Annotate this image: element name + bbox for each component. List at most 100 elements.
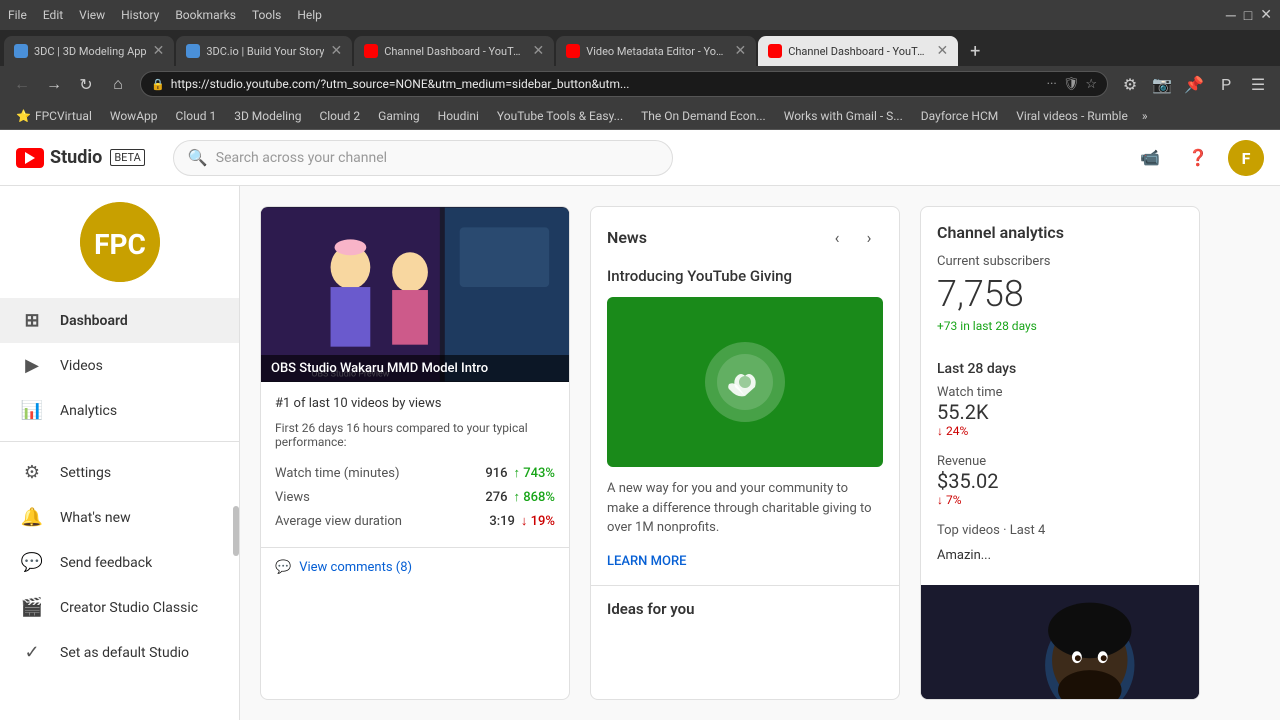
forward-button[interactable]: → (40, 70, 68, 98)
help-icon: ❓ (1188, 148, 1208, 167)
youtube-studio: Studio BETA 🔍 Search across your channel… (0, 130, 1280, 720)
news-prev-button[interactable]: ‹ (823, 223, 851, 251)
menu-edit[interactable]: Edit (43, 8, 63, 22)
camera-icon[interactable]: 📷 (1148, 70, 1176, 98)
sidebar-item-set-default[interactable]: ✓ Set as default Studio (0, 630, 239, 675)
watch-time-metric: Watch time 55.2K ↓ 24% (921, 381, 1199, 442)
menu-file[interactable]: File (8, 8, 27, 22)
sidebar-item-dashboard[interactable]: ⊞ Dashboard (0, 298, 239, 343)
avatar[interactable]: F (1228, 140, 1264, 176)
news-next-button[interactable]: › (855, 223, 883, 251)
bookmark-fpcvirtual[interactable]: ⭐ FPCVirtual (8, 107, 100, 125)
video-thumbnail: OBS Studio Preview OBS Studio Wakaru MMD… (261, 207, 569, 382)
address-menu-icon[interactable]: ··· (1047, 77, 1057, 92)
bookmarks-overflow[interactable]: » (1138, 109, 1152, 123)
duration-num: 3:19 (489, 514, 515, 529)
bookmark-gmail[interactable]: Works with Gmail - S... (776, 107, 911, 125)
studio-header: Studio BETA 🔍 Search across your channel… (0, 130, 1280, 186)
video-title-overlay: OBS Studio Wakaru MMD Model Intro (271, 361, 559, 376)
sidebar-item-settings[interactable]: ⚙ Settings (0, 450, 239, 495)
sidebar-label-whats-new: What's new (60, 510, 131, 526)
view-comments-button[interactable]: 💬 View comments (8) (261, 547, 569, 587)
shield-icon[interactable]: 🛡 (1063, 77, 1080, 92)
analytics-title: Channel analytics (937, 223, 1183, 242)
sidebar-scrollbar[interactable] (233, 506, 239, 556)
tab-label-1: 3DC | 3D Modeling App (34, 45, 147, 58)
bookmark-houdini[interactable]: Houdini (430, 107, 487, 125)
camera-create-icon: 📹 (1140, 148, 1160, 167)
bookmark-dayforce[interactable]: Dayforce HCM (913, 107, 1007, 125)
menu-view[interactable]: View (79, 8, 105, 22)
address-bar[interactable]: 🔒 https://studio.youtube.com/?utm_source… (140, 71, 1108, 97)
new-tab-button[interactable]: + (960, 36, 990, 66)
menu-help[interactable]: Help (297, 8, 322, 22)
tab-channel-dashboard-1[interactable]: Channel Dashboard - YouTube ✕ (354, 36, 554, 66)
search-bar[interactable]: 🔍 Search across your channel (173, 140, 673, 176)
webcam-overlay (921, 585, 1199, 700)
window-maximize[interactable]: □ (1244, 7, 1252, 24)
menu-history[interactable]: History (121, 8, 159, 22)
extensions-button[interactable]: ⚙ (1116, 70, 1144, 98)
watchtime-label: Watch time (minutes) (275, 466, 400, 481)
bookmark-wowapp[interactable]: WowApp (102, 107, 166, 125)
hamburger-menu[interactable]: ☰ (1244, 70, 1272, 98)
bookmark-star-icon[interactable]: ☆ (1085, 77, 1097, 92)
tab-label-5: Channel Dashboard - YouTube (788, 45, 930, 58)
youtube-play-icon (25, 152, 35, 164)
address-text: https://studio.youtube.com/?utm_source=N… (171, 77, 1041, 91)
bookmark-viral[interactable]: Viral videos - Rumble (1008, 107, 1136, 125)
create-video-button[interactable]: 📹 (1132, 140, 1168, 176)
reload-button[interactable]: ↻ (72, 70, 100, 98)
bookmark-ondemand[interactable]: The On Demand Econ... (633, 107, 774, 125)
tab-close-2[interactable]: ✕ (330, 43, 342, 59)
window-minimize[interactable]: ─ (1226, 7, 1236, 24)
sidebar-item-videos[interactable]: ▶ Videos (0, 343, 239, 388)
subscribers-label: Current subscribers (937, 254, 1183, 269)
bookmark-cloud2[interactable]: Cloud 2 (311, 107, 368, 125)
studio-body: FPC ⊞ Dashboard ▶ Videos 📊 An (0, 186, 1280, 720)
video-thumb-overlay: OBS Studio Wakaru MMD Model Intro (261, 355, 569, 382)
sidebar-item-send-feedback[interactable]: 💬 Send feedback (0, 540, 239, 585)
menu-tools[interactable]: Tools (252, 8, 281, 22)
bookmark-cloud1[interactable]: Cloud 1 (168, 107, 225, 125)
learn-more-link[interactable]: LEARN MORE (591, 550, 899, 585)
sidebar-item-creator-classic[interactable]: 🎬 Creator Studio Classic (0, 585, 239, 630)
home-button[interactable]: ⌂ (104, 70, 132, 98)
sidebar-item-whats-new[interactable]: 🔔 What's new (0, 495, 239, 540)
tab-video-metadata[interactable]: Video Metadata Editor - YouT... ✕ (556, 36, 756, 66)
sidebar-item-analytics[interactable]: 📊 Analytics (0, 388, 239, 433)
tab-3dc-story[interactable]: 3DC.io | Build Your Story ✕ (176, 36, 352, 66)
tab-close-1[interactable]: ✕ (153, 43, 165, 59)
watch-time-label: Watch time (937, 385, 1183, 400)
pin-icon[interactable]: 📌 (1180, 70, 1208, 98)
svg-text:FPC: FPC (94, 228, 146, 261)
pinterest-icon[interactable]: P (1212, 70, 1240, 98)
help-button[interactable]: ❓ (1180, 140, 1216, 176)
window-close[interactable]: ✕ (1260, 7, 1272, 24)
revenue-value: $35.02 (937, 469, 1183, 493)
avatar-image: F (1228, 140, 1264, 176)
heart-hand-svg (715, 352, 775, 412)
main-content: OBS Studio Preview OBS Studio Wakaru MMD… (240, 186, 1280, 720)
bookmark-label-dayforce: Dayforce HCM (921, 109, 999, 123)
tab-close-3[interactable]: ✕ (532, 43, 544, 59)
bookmark-3dmod[interactable]: 3D Modeling (226, 107, 309, 125)
bookmark-label-viral: Viral videos - Rumble (1016, 109, 1128, 123)
news-subtitle: Introducing YouTube Giving (591, 267, 899, 297)
tab-close-5[interactable]: ✕ (936, 43, 948, 59)
bookmark-label-ondemand: The On Demand Econ... (641, 109, 766, 123)
bookmark-label-wow: WowApp (110, 109, 158, 123)
webcam-feed (921, 585, 1199, 700)
channel-avatar[interactable]: FPC (80, 202, 160, 282)
tab-3dc-modeling[interactable]: 3DC | 3D Modeling App ✕ (4, 36, 174, 66)
titlebar-menu: File Edit View History Bookmarks Tools H… (8, 8, 322, 22)
tab-channel-dashboard-active[interactable]: Channel Dashboard - YouTube ✕ (758, 36, 958, 66)
video-stats: #1 of last 10 videos by views First 26 d… (261, 382, 569, 547)
sidebar-label-feedback: Send feedback (60, 555, 152, 571)
bookmark-yttools[interactable]: YouTube Tools & Easy... (489, 107, 631, 125)
menu-bookmarks[interactable]: Bookmarks (175, 8, 236, 22)
bookmark-gaming[interactable]: Gaming (370, 107, 428, 125)
tab-close-4[interactable]: ✕ (734, 43, 746, 59)
back-button[interactable]: ← (8, 70, 36, 98)
tab-favicon-3 (364, 44, 378, 58)
